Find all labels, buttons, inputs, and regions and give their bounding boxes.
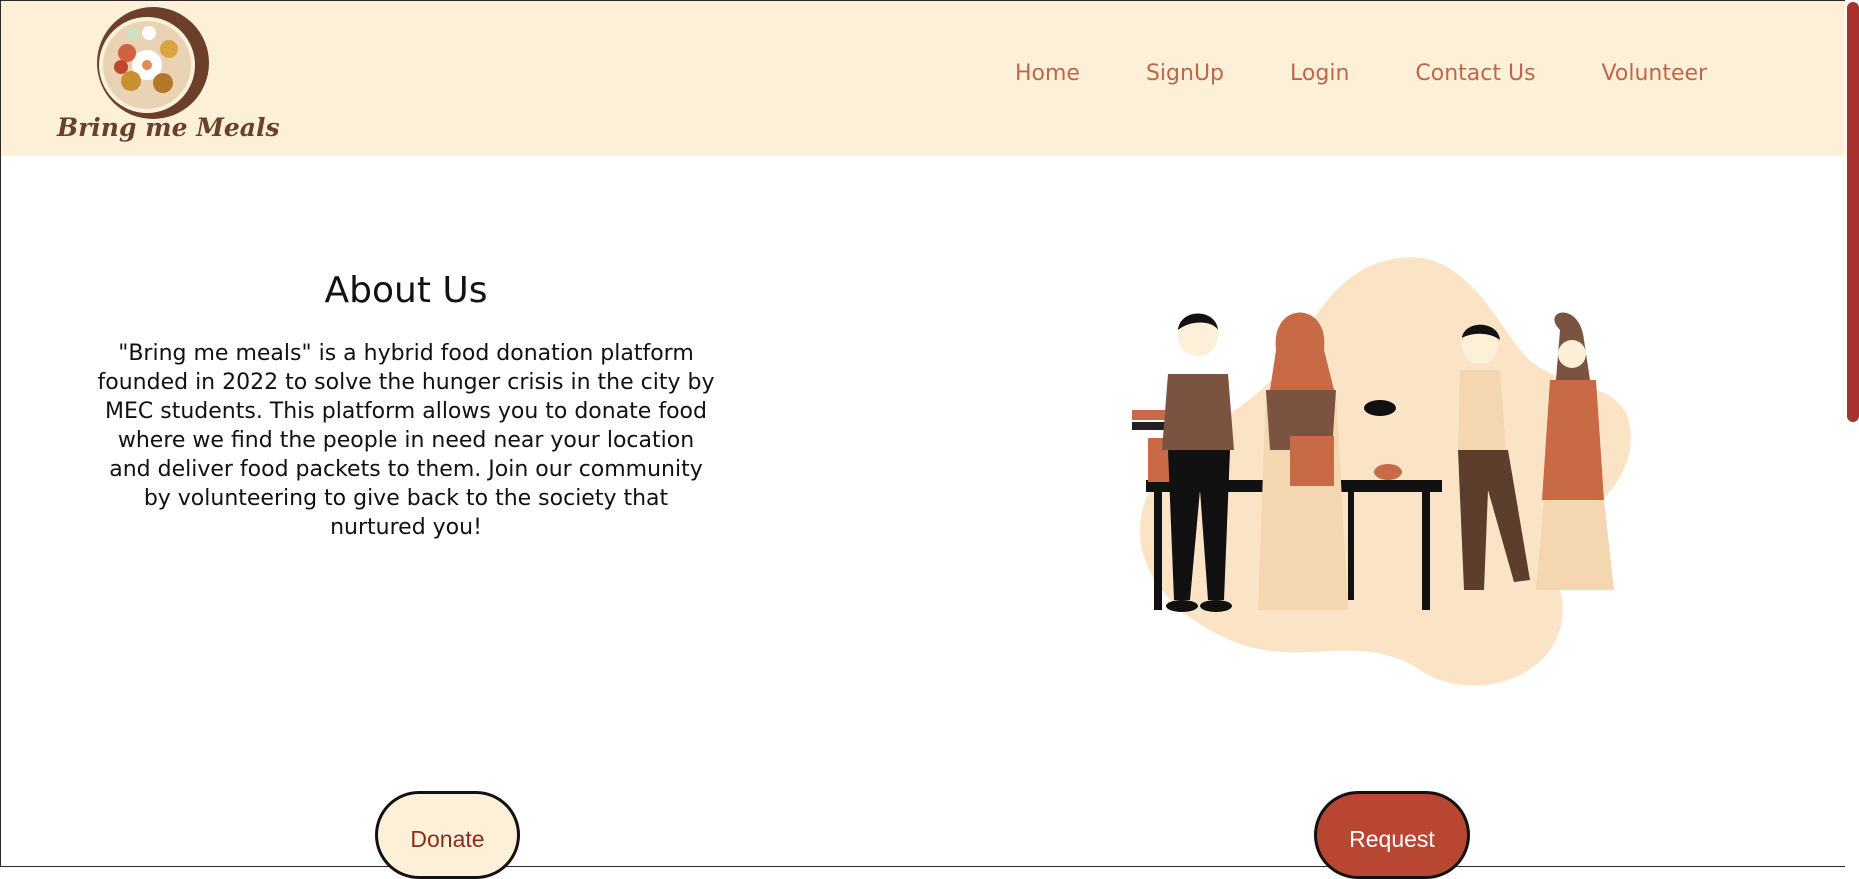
nav-volunteer[interactable]: Volunteer	[1602, 61, 1708, 86]
about-title: About Us	[324, 270, 488, 311]
site-header: Bring me Meals Home SignUp Login Contact…	[1, 1, 1845, 156]
about-description: "Bring me meals" is a hybrid food donati…	[97, 341, 715, 540]
nav-contact-us[interactable]: Contact Us	[1415, 61, 1535, 86]
about-section: About Us "Bring me meals" is a hybrid fo…	[94, 270, 718, 542]
nav-signup[interactable]: SignUp	[1146, 61, 1224, 86]
nav-home[interactable]: Home	[1015, 61, 1080, 86]
scrollbar-thumb[interactable]	[1847, 2, 1859, 422]
food-donation-illustration	[1132, 257, 1631, 686]
brand-name: Bring me Meals	[57, 113, 280, 142]
brand-logo[interactable]: Bring me Meals	[53, 3, 280, 151]
food-plate-icon	[97, 7, 209, 119]
request-button[interactable]: Request	[1314, 791, 1470, 879]
donate-button[interactable]: Donate	[375, 791, 520, 879]
main-nav: Home SignUp Login Contact Us Volunteer	[1015, 61, 1707, 86]
nav-login[interactable]: Login	[1290, 61, 1349, 86]
